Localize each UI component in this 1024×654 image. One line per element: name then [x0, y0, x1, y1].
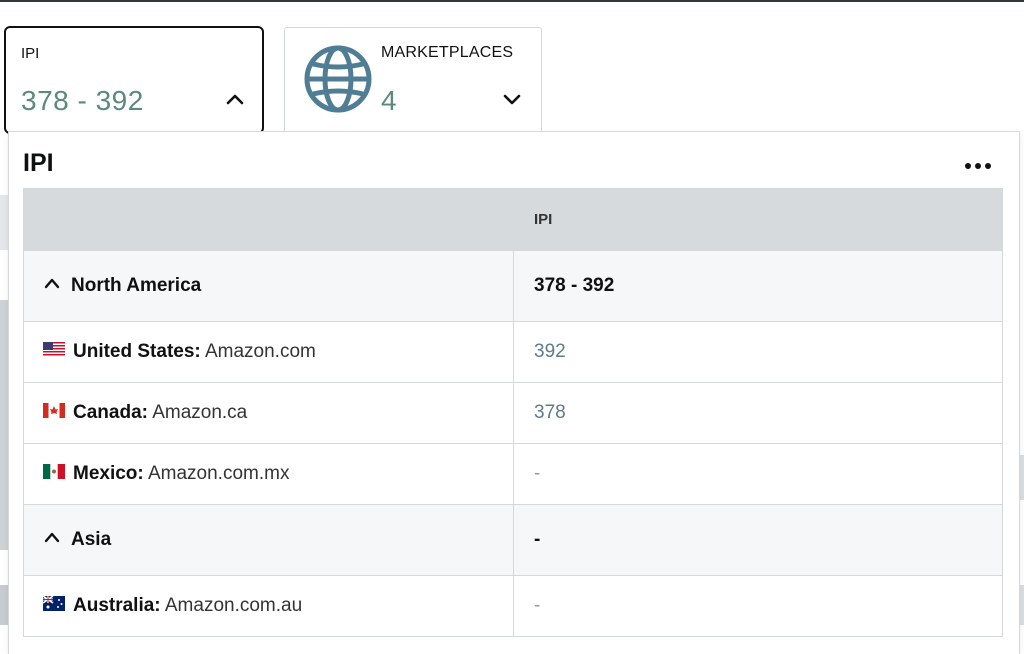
- chevron-down-icon[interactable]: [501, 88, 523, 110]
- marketplace-domain: Amazon.com.au: [164, 595, 303, 616]
- australia-flag-icon: [43, 596, 65, 612]
- group-row-asia[interactable]: Asia -: [23, 504, 1003, 576]
- marketplace-cell: Canada: Amazon.ca: [23, 382, 514, 444]
- table-row-united-states: United States: Amazon.com 392: [23, 321, 1003, 383]
- marketplace-domain: Amazon.com: [204, 341, 316, 362]
- ipi-value-link[interactable]: 392: [513, 321, 1003, 383]
- background-page: [0, 300, 8, 550]
- group-name: North America: [71, 275, 202, 296]
- ipi-value: -: [513, 443, 1003, 505]
- ipi-table: IPI North America 378 - 392 United State…: [23, 188, 1003, 637]
- table-header-ipi: IPI: [513, 188, 1003, 251]
- canada-flag-icon: [43, 403, 65, 419]
- country-name: Australia:: [73, 595, 161, 616]
- marketplace-domain: Amazon.com.mx: [147, 463, 290, 484]
- country-name: Mexico:: [73, 463, 144, 484]
- marketplace-cell: United States: Amazon.com: [23, 321, 514, 383]
- group-name: Asia: [71, 529, 112, 550]
- background-page: [0, 195, 8, 250]
- background-page: [0, 585, 8, 625]
- marketplace-cell: Australia: Amazon.com.au: [23, 575, 514, 637]
- ipi-value-link[interactable]: 378: [513, 382, 1003, 444]
- mexico-flag-icon: [43, 464, 65, 480]
- popover-title: IPI: [23, 149, 54, 177]
- group-row-north-america[interactable]: North America 378 - 392: [23, 250, 1003, 322]
- top-border: [0, 0, 1024, 2]
- caret-up-icon[interactable]: [43, 530, 61, 544]
- country-name: United States:: [73, 341, 201, 362]
- us-flag-icon: [43, 342, 65, 358]
- marketplaces-card-label: MARKETPLACES: [381, 44, 514, 61]
- ipi-card[interactable]: IPI 378 - 392: [4, 26, 264, 134]
- ipi-card-label: IPI: [21, 45, 40, 62]
- group-value-cell: -: [513, 504, 1003, 576]
- country-name: Canada:: [73, 402, 148, 423]
- group-cell: Asia: [23, 504, 514, 576]
- group-value-cell: 378 - 392: [513, 250, 1003, 322]
- caret-up-icon[interactable]: [43, 276, 61, 290]
- globe-icon: [304, 45, 372, 113]
- ipi-card-value: 378 - 392: [21, 85, 144, 116]
- marketplace-cell: Mexico: Amazon.com.mx: [23, 443, 514, 505]
- group-value: 378 - 392: [534, 275, 615, 296]
- marketplace-domain: Amazon.ca: [152, 402, 248, 423]
- table-header-row: IPI: [23, 188, 1003, 251]
- table-row-canada: Canada: Amazon.ca 378: [23, 382, 1003, 444]
- more-options-button[interactable]: [961, 154, 995, 178]
- table-row-mexico: Mexico: Amazon.com.mx -: [23, 443, 1003, 505]
- ipi-popover: IPI IPI North America 378 - 392 United S…: [8, 131, 1020, 654]
- group-value: -: [534, 529, 541, 550]
- chevron-up-icon[interactable]: [224, 88, 246, 110]
- ipi-value: -: [513, 575, 1003, 637]
- marketplaces-card[interactable]: MARKETPLACES 4: [284, 27, 542, 133]
- table-row-australia: Australia: Amazon.com.au -: [23, 575, 1003, 637]
- table-header-empty: [23, 188, 514, 251]
- group-cell: North America: [23, 250, 514, 322]
- marketplaces-card-value: 4: [381, 85, 397, 116]
